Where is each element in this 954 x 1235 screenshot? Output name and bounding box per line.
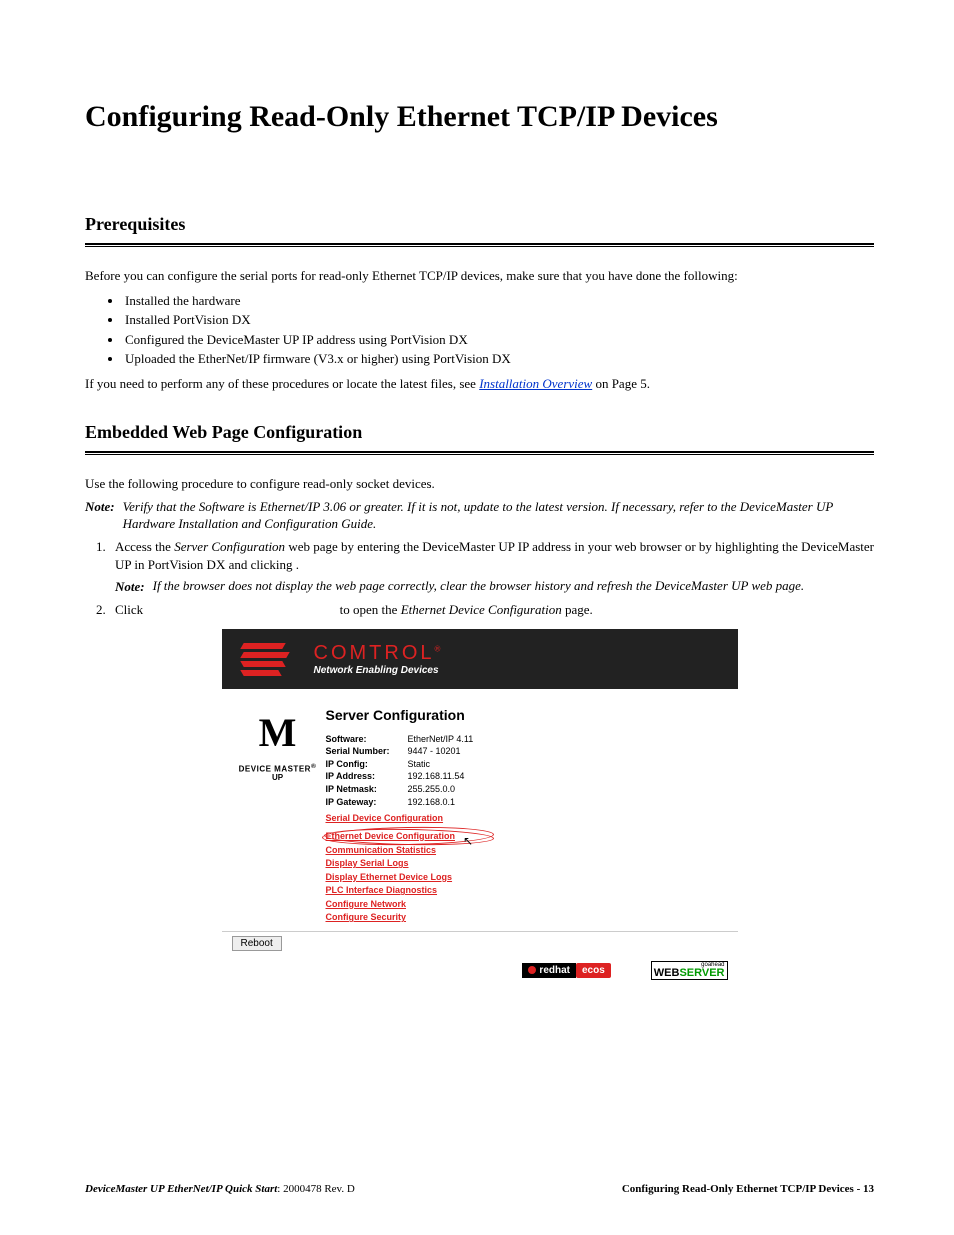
info-value: 192.168.0.1 <box>408 796 456 809</box>
ecos-badge: ecos <box>576 963 611 978</box>
bullet-item: Configured the DeviceMaster UP IP addres… <box>123 330 874 350</box>
screenshot-header: COMTROL® Network Enabling Devices <box>222 629 738 689</box>
configure-security-link[interactable]: Configure Security <box>326 911 407 925</box>
display-ethernet-logs-link[interactable]: Display Ethernet Device Logs <box>326 871 453 885</box>
text-fragment: . <box>296 557 299 572</box>
redhat-icon <box>528 966 536 974</box>
info-label: IP Netmask: <box>326 783 408 796</box>
info-value: EtherNet/IP 4.11 <box>408 733 474 746</box>
comm-stats-link[interactable]: Communication Statistics <box>326 844 437 858</box>
cursor-icon: ↖ <box>463 834 473 849</box>
note-text: If the browser does not display the web … <box>153 578 805 596</box>
device-master-logo: M DEVICE MASTER® UP <box>232 699 324 925</box>
text-fragment: to open the <box>340 602 401 617</box>
footer-doc-rev: : 2000478 Rev. D <box>277 1183 355 1195</box>
bullet-item: Installed PortVision DX <box>123 310 874 330</box>
text-fragment: Click <box>115 602 146 617</box>
info-label: Serial Number: <box>326 745 408 758</box>
brand-tagline: Network Enabling Devices <box>314 665 444 676</box>
serial-device-config-link[interactable]: Serial Device Configuration <box>326 812 444 826</box>
page-footer: DeviceMaster UP EtherNet/IP Quick Start:… <box>85 1183 874 1195</box>
info-value: 192.168.11.54 <box>408 770 465 783</box>
footer-doc-title: DeviceMaster UP EtherNet/IP Quick Start <box>85 1183 277 1195</box>
plc-diagnostics-link[interactable]: PLC Interface Diagnostics <box>326 884 438 898</box>
installation-overview-link[interactable]: Installation Overview <box>479 376 592 391</box>
info-value: 255.255.0.0 <box>408 783 456 796</box>
configure-network-link[interactable]: Configure Network <box>326 898 407 912</box>
webserver-badge: goahead WEBSERVER <box>651 961 728 980</box>
brand-name: COMTROL® <box>314 642 444 665</box>
ethernet-device-config-link[interactable]: Ethernet Device Configuration <box>326 830 456 844</box>
reboot-button[interactable]: Reboot <box>232 936 282 951</box>
step-item: Click to open the Ethernet Device Config… <box>109 601 874 619</box>
info-label: IP Address: <box>326 770 408 783</box>
comtrol-logo-icon <box>242 639 286 679</box>
note-label: Note: <box>85 499 115 533</box>
server-config-title: Server Configuration <box>326 707 728 723</box>
text-fragment: Access the <box>115 539 174 554</box>
info-value: Static <box>408 758 431 771</box>
info-label: IP Config: <box>326 758 408 771</box>
step-item: Access the Server Configuration web page… <box>109 538 874 595</box>
prereq-footer: If you need to perform any of these proc… <box>85 375 874 393</box>
text-fragment: page. <box>562 602 593 617</box>
display-serial-logs-link[interactable]: Display Serial Logs <box>326 857 409 871</box>
prerequisites-heading: Prerequisites <box>85 214 874 235</box>
note-text: Verify that the Software is Ethernet/IP … <box>123 499 874 533</box>
note-label: Note: <box>115 578 145 596</box>
prereq-intro: Before you can configure the serial port… <box>85 267 874 285</box>
text-fragment: on Page 5. <box>592 376 650 391</box>
embed-intro: Use the following procedure to configure… <box>85 475 874 493</box>
note-block: Note: Verify that the Software is Ethern… <box>85 499 874 533</box>
section-rule <box>85 243 874 247</box>
info-label: IP Gateway: <box>326 796 408 809</box>
redhat-badge: redhat <box>522 963 576 978</box>
text-fragment: If you need to perform any of these proc… <box>85 376 479 391</box>
info-label: Software: <box>326 733 408 746</box>
note-block: Note: If the browser does not display th… <box>115 578 874 596</box>
emphasis: Ethernet Device Configuration <box>401 602 562 617</box>
info-value: 9447 - 10201 <box>408 745 461 758</box>
bullet-item: Uploaded the EtherNet/IP firmware (V3.x … <box>123 349 874 369</box>
embedded-config-heading: Embedded Web Page Configuration <box>85 422 874 443</box>
footer-page-info: Configuring Read-Only Ethernet TCP/IP De… <box>622 1183 874 1195</box>
emphasis: Server Configuration <box>174 539 285 554</box>
section-rule <box>85 451 874 455</box>
info-grid: Software:EtherNet/IP 4.11 Serial Number:… <box>326 733 728 809</box>
page-title: Configuring Read-Only Ethernet TCP/IP De… <box>85 100 874 134</box>
bullet-item: Installed the hardware <box>123 291 874 311</box>
server-config-screenshot: COMTROL® Network Enabling Devices M DEVI… <box>222 629 738 984</box>
